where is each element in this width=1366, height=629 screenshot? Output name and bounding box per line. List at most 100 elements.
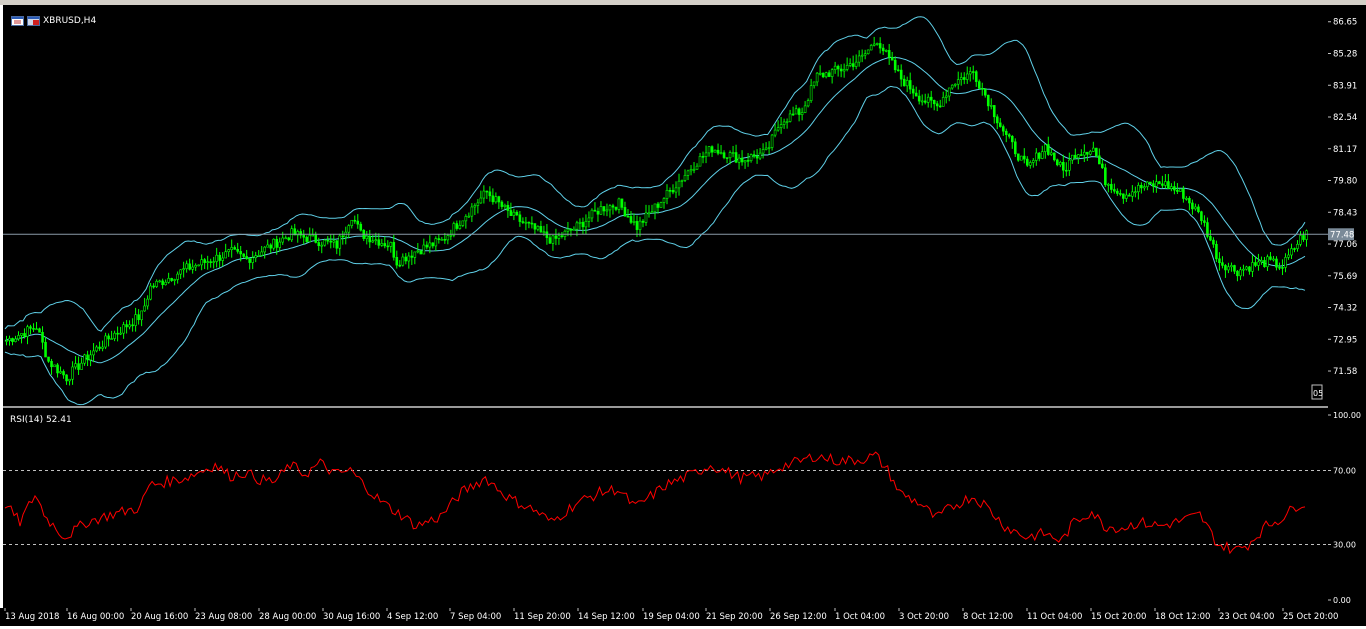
candle <box>590 208 594 223</box>
candle <box>1227 262 1230 274</box>
candle <box>467 212 471 218</box>
candle <box>68 378 71 386</box>
candle <box>1086 151 1089 161</box>
candle <box>914 86 918 97</box>
candle <box>1010 135 1014 149</box>
candle <box>665 184 669 205</box>
candle <box>1164 174 1167 189</box>
candle <box>5 335 8 346</box>
candle <box>1092 141 1095 152</box>
candle <box>743 160 747 169</box>
candle <box>347 224 351 239</box>
candle <box>1065 162 1068 177</box>
candle <box>1107 182 1110 193</box>
candle <box>509 202 513 217</box>
candle <box>362 229 366 242</box>
candle <box>395 250 399 269</box>
candle <box>212 256 215 269</box>
chart-properties-icon[interactable] <box>27 16 40 26</box>
time-tick-label: 15 Oct 20:00 <box>1091 612 1146 622</box>
candle <box>77 356 80 375</box>
candle <box>1146 181 1149 191</box>
candle <box>1110 178 1113 194</box>
candle <box>464 214 468 229</box>
candle <box>716 143 720 156</box>
candle <box>1218 252 1221 271</box>
candle <box>902 75 906 87</box>
candle <box>758 147 762 161</box>
candle <box>953 83 957 88</box>
candle <box>524 216 528 231</box>
candle <box>1203 215 1206 227</box>
candle <box>878 37 882 54</box>
candle <box>689 165 693 176</box>
chart-canvas[interactable]: 05 <box>3 5 1328 608</box>
candle <box>722 150 726 160</box>
candle <box>638 216 642 237</box>
time-axis[interactable]: 13 Aug 2018 16 Aug 00:00 20 Aug 16:00 23 Au… <box>0 608 1366 626</box>
candle <box>128 320 131 330</box>
candle <box>500 200 504 210</box>
candle <box>170 277 173 282</box>
candle <box>158 279 161 283</box>
candle <box>470 203 474 223</box>
price-tick-label: 86.65 <box>1333 18 1357 28</box>
candle <box>1083 144 1086 163</box>
time-tick-label: 21 Sep 20:00 <box>706 612 763 622</box>
candle <box>863 49 867 60</box>
candle <box>1031 158 1035 168</box>
candle <box>260 245 263 257</box>
candle <box>407 252 411 269</box>
candle <box>644 204 648 226</box>
candle <box>458 220 462 230</box>
candle <box>266 239 270 248</box>
candle <box>398 260 402 268</box>
candle <box>221 252 224 267</box>
rsi-line <box>4 451 1306 555</box>
candle <box>884 49 888 53</box>
chart-window[interactable]: 05 XBRUSD,H4 RSI(14) 52.41 <box>3 5 1328 608</box>
candle <box>440 237 444 241</box>
candle <box>329 234 333 249</box>
candle <box>692 161 696 174</box>
rsi-tick-label: 70.00 <box>1333 467 1356 476</box>
candle <box>1221 256 1224 269</box>
candle <box>569 227 573 237</box>
candle <box>920 94 924 106</box>
candle <box>1137 182 1140 200</box>
candle <box>800 107 804 121</box>
candle <box>704 145 708 164</box>
candle <box>1001 124 1005 136</box>
candle <box>803 101 807 114</box>
rsi-tick-label: 30.00 <box>1333 541 1356 550</box>
price-tick-label: 75.69 <box>1333 272 1357 282</box>
rsi-title: RSI(14) 52.41 <box>10 415 72 425</box>
candle <box>1197 204 1200 214</box>
candle <box>1161 175 1164 189</box>
candle <box>824 71 828 79</box>
candle <box>83 353 86 366</box>
candle <box>905 76 909 93</box>
candle <box>335 239 339 255</box>
candle <box>14 335 17 343</box>
candle <box>815 72 819 87</box>
candle <box>215 247 218 268</box>
candle <box>236 242 239 254</box>
candle <box>233 245 236 250</box>
candle <box>992 105 996 124</box>
candle <box>1152 180 1155 193</box>
price-tick-label: 79.80 <box>1333 177 1357 187</box>
candle <box>455 220 459 231</box>
candle <box>986 94 990 111</box>
candle <box>305 235 309 243</box>
candle <box>533 223 537 235</box>
candle <box>1059 160 1062 168</box>
price-axis[interactable]: 86.65 85.28 83.91 82.54 81.17 79.80 78.43 77.06… <box>1328 5 1366 608</box>
candle <box>1206 217 1209 239</box>
candle <box>263 246 266 259</box>
bollinger-upper <box>4 16 1306 332</box>
candle <box>1004 128 1008 143</box>
candle <box>248 257 251 270</box>
price-tick-label: 82.54 <box>1333 113 1357 123</box>
candle <box>413 251 417 265</box>
